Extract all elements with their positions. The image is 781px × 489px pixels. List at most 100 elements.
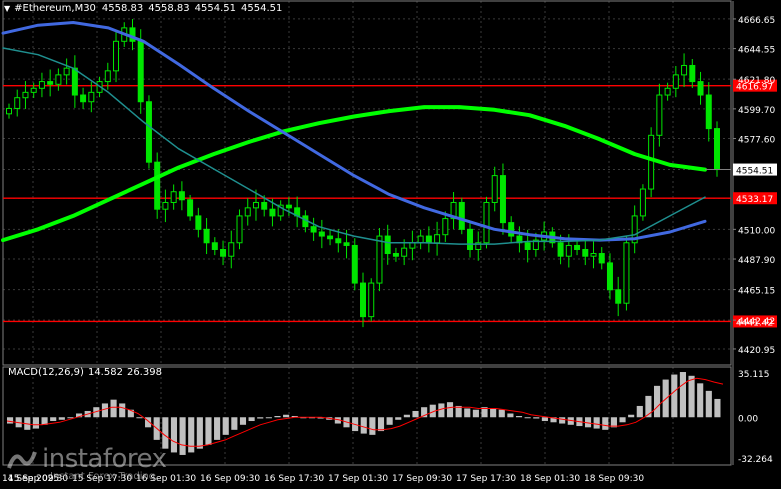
candle-body xyxy=(285,204,292,209)
candle-body xyxy=(491,175,498,203)
candle-body xyxy=(582,248,589,257)
candle-body xyxy=(104,70,111,83)
candle-body xyxy=(360,282,366,318)
time-axis-label: 16 Sep 17:30 xyxy=(264,474,324,484)
time-axis-label: 17 Sep 17:30 xyxy=(456,474,516,484)
candle-body xyxy=(483,201,490,244)
watermark: instaforex Instant Forex Trading xyxy=(6,446,167,482)
candle-body xyxy=(656,94,663,136)
candle-body xyxy=(113,40,120,72)
candle-body xyxy=(458,201,465,230)
macd-histogram-bar xyxy=(628,414,635,418)
candle-body xyxy=(508,222,515,237)
macd-histogram-bar xyxy=(619,417,626,423)
chart-header: ▼ #Ethereum,M30 4558.83 4558.83 4554.51 4554.… xyxy=(4,3,287,14)
macd-axis-label: -32.264 xyxy=(738,455,773,465)
macd-histogram-bar xyxy=(222,417,229,435)
macd-histogram-bar xyxy=(257,417,264,419)
candle-body xyxy=(499,175,506,224)
candle-body xyxy=(598,253,605,264)
price-axis-label: 4420.95 xyxy=(738,346,775,356)
low-price: 4554.51 xyxy=(194,3,236,14)
watermark-tagline: Instant Forex Trading xyxy=(50,471,156,482)
candle-body xyxy=(681,64,688,76)
candle-body xyxy=(261,201,268,210)
candle-body xyxy=(145,101,152,163)
collapse-caret-icon[interactable]: ▼ xyxy=(4,4,10,13)
candle-body xyxy=(697,81,704,96)
candle-body xyxy=(574,244,581,250)
macd-histogram-bar xyxy=(119,403,126,418)
candle-body xyxy=(211,242,218,250)
time-axis-label: 17 Sep 09:30 xyxy=(392,474,452,484)
macd-histogram-bar xyxy=(214,417,221,440)
macd-axis-label: 35.115 xyxy=(738,370,770,380)
macd-histogram-bar xyxy=(515,416,523,418)
candle-body xyxy=(689,64,696,83)
macd-histogram-bar xyxy=(490,408,497,418)
close-price: 4554.51 xyxy=(241,3,283,14)
macd-histogram-bar xyxy=(101,403,109,418)
candle-body xyxy=(565,244,572,257)
candle-body xyxy=(623,242,630,304)
macd-histogram-bar xyxy=(533,417,540,419)
candle-body xyxy=(615,289,622,304)
macd-histogram-bar xyxy=(377,417,385,432)
candle-body xyxy=(6,107,12,115)
candle-body xyxy=(524,242,531,250)
instaforex-logo-icon xyxy=(7,451,37,469)
macd-histogram-bar xyxy=(705,390,712,418)
macd-histogram-bar xyxy=(395,417,402,420)
macd-histogram-bar xyxy=(412,410,419,418)
macd-histogram-bar xyxy=(472,409,479,418)
candle-body xyxy=(38,81,45,89)
candle-body xyxy=(178,191,185,201)
time-axis-label: 18 Sep 09:30 xyxy=(584,474,644,484)
candle-body xyxy=(47,81,54,85)
price-axis-label: 4666.65 xyxy=(738,16,775,26)
time-axis-label: 18 Sep 01:30 xyxy=(520,474,580,484)
macd-histogram-bar xyxy=(593,417,600,429)
candle-body xyxy=(269,208,276,217)
price-chart[interactable]: 4616.974533.174441.424554.514666.654644.… xyxy=(0,0,781,489)
candle-body xyxy=(220,248,227,257)
candle-body xyxy=(401,247,408,257)
candle-body xyxy=(467,228,474,250)
macd-histogram-bar xyxy=(50,417,57,422)
candle-body xyxy=(606,262,613,291)
time-axis-label: 16 Sep 09:30 xyxy=(200,474,260,484)
candle-body xyxy=(376,235,383,284)
candle-body xyxy=(590,253,597,257)
candle-body xyxy=(384,235,391,255)
macd-histogram-bar xyxy=(507,413,514,418)
macd-histogram-bar xyxy=(58,417,65,420)
macd-histogram-bar xyxy=(231,417,238,430)
candle-body xyxy=(80,94,87,103)
candle-body xyxy=(351,244,358,284)
candle-body xyxy=(714,128,720,171)
candle-body xyxy=(88,91,95,103)
candle-body xyxy=(170,191,177,203)
candle-body xyxy=(30,87,37,93)
level-price-label: 4533.17 xyxy=(736,195,773,205)
macd-histogram-bar xyxy=(170,417,178,453)
macd-histogram-bar xyxy=(403,414,410,418)
candle-body xyxy=(195,215,202,230)
candle-body xyxy=(137,40,144,103)
candle-body xyxy=(343,242,350,246)
macd-histogram-bar xyxy=(265,417,272,419)
macd-histogram-bar xyxy=(602,417,609,430)
candle-body xyxy=(434,234,441,244)
time-axis-label: 17 Sep 01:30 xyxy=(328,474,388,484)
macd-axis-label: 0.00 xyxy=(738,414,758,424)
macd-histogram-bar xyxy=(110,399,117,418)
macd-histogram-bar xyxy=(446,402,454,418)
macd-histogram-bar xyxy=(671,374,678,418)
macd-name: MACD(12,26,9) xyxy=(8,367,84,378)
macd-histogram-bar xyxy=(386,417,393,425)
price-axis-label: 4599.70 xyxy=(738,106,775,116)
macd-histogram-bar xyxy=(239,417,247,425)
candle-body xyxy=(318,231,325,237)
macd-histogram-bar xyxy=(369,417,376,435)
candle-body xyxy=(672,74,679,89)
